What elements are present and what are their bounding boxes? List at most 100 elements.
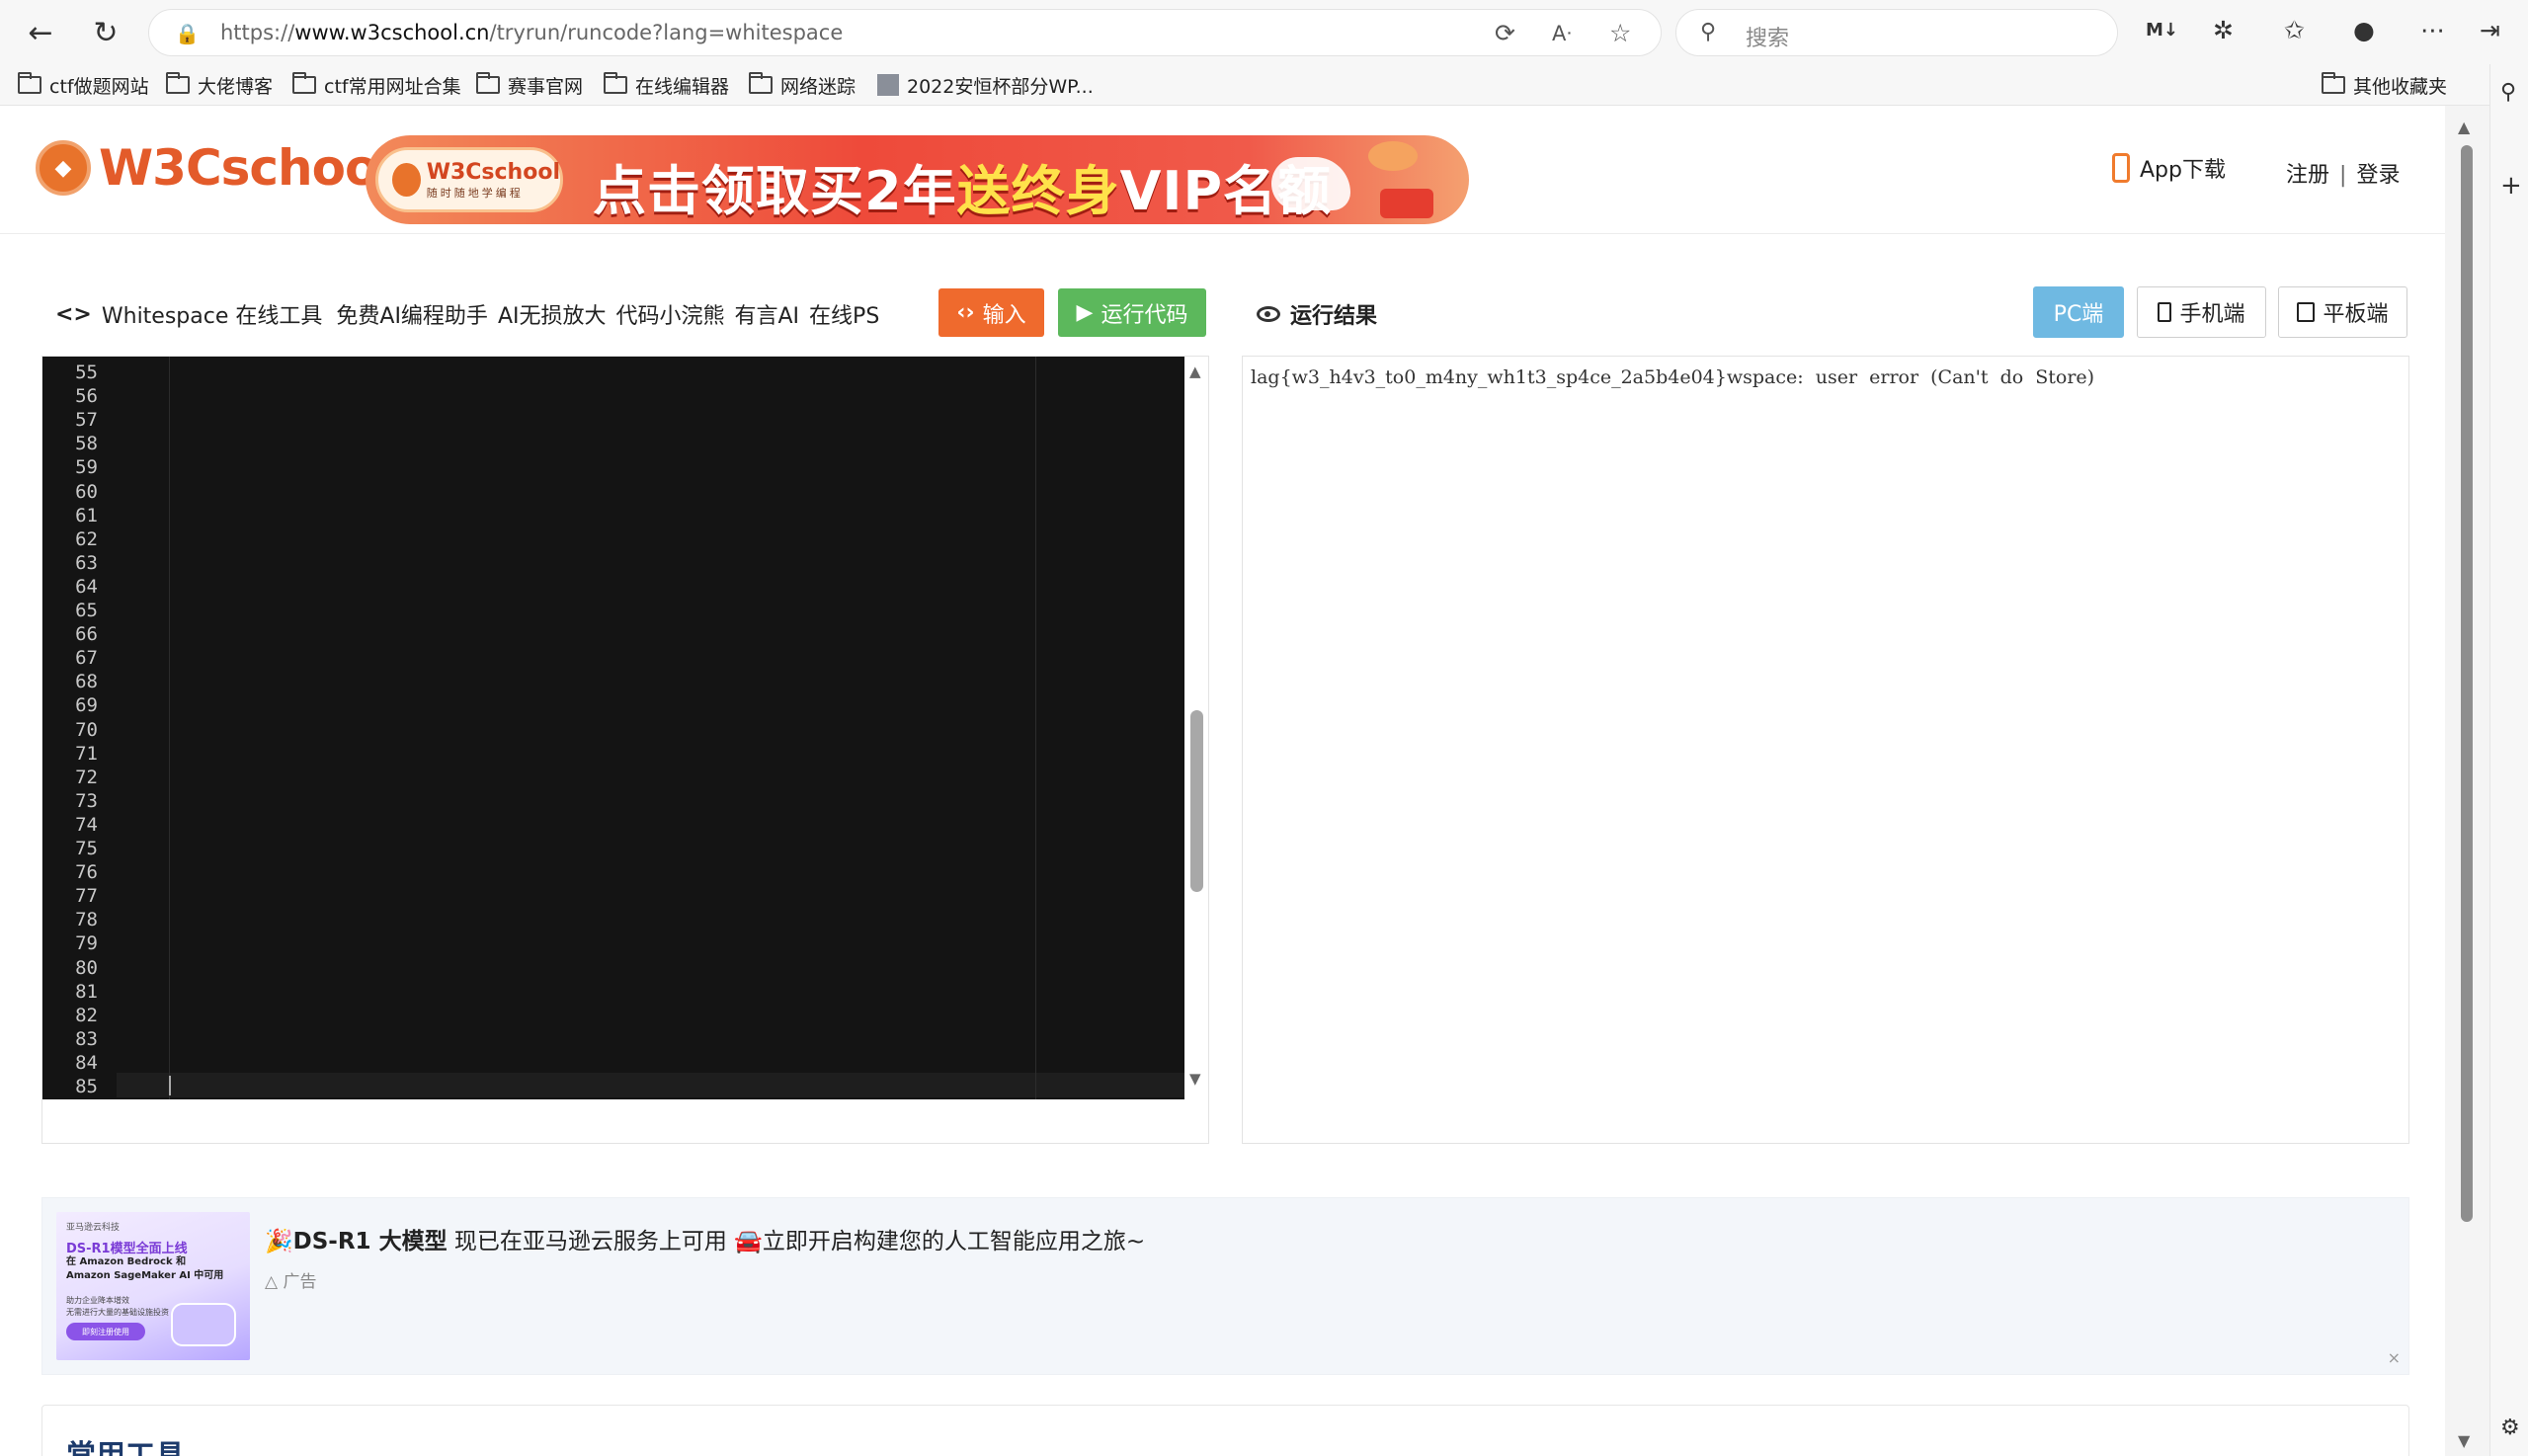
editor-panel: 55 56 57 58 59 60 61 62 63 64 65 66 67 68 69 70 71 72 73 74… (41, 356, 1209, 1144)
car-icon: 🚘 (734, 1229, 763, 1254)
login-link[interactable]: 登录 (2356, 163, 2400, 188)
line-number: 55 (75, 362, 98, 383)
bookmark-ctf-urls[interactable]: ctf常用网址合集 (292, 71, 461, 99)
vip-promo-banner[interactable]: W3Cschool 随时随地学编程 点击领取买2年送终身VIP名额 (366, 135, 1469, 224)
line-number: 57 (75, 409, 98, 432)
pc-view-button[interactable]: PC端 (2033, 286, 2124, 338)
common-tools-title: 常用工具 (66, 1431, 185, 1456)
result-title: 运行结果 (1257, 298, 1377, 330)
page-scroll-thumb[interactable] (2461, 145, 2473, 1222)
url-text[interactable]: https://www.w3cschool.cn/tryrun/runcode?… (220, 21, 843, 44)
page-thumbnail-icon (877, 74, 899, 96)
w3cschool-logo[interactable]: ◆ W3Cschool (36, 139, 394, 197)
mobile-view-button[interactable]: 手机端 (2137, 286, 2266, 338)
line-number: 81 (75, 980, 98, 1003)
bookmark-contests[interactable]: 赛事官网 (476, 71, 583, 99)
line-number: 72 (75, 766, 98, 788)
line-number: 79 (75, 932, 98, 955)
link-online-ps[interactable]: 在线PS (809, 298, 879, 330)
app-download-link[interactable]: App下载 (2112, 152, 2226, 184)
input-button[interactable]: ‹› 输入 (938, 288, 1044, 337)
tablet-icon (2297, 302, 2316, 322)
ad-image[interactable]: 亚马逊云科技 DS-R1模型全面上线 在 Amazon Bedrock 和 Ama… (56, 1212, 250, 1360)
site-header: ◆ W3Cschool W3Cschool 随时随地学编程 点击领取买2年送终身V… (0, 106, 2445, 234)
bookmark-online-editors[interactable]: 在线编辑器 (604, 71, 729, 99)
line-number: 68 (75, 671, 98, 693)
scroll-down-icon[interactable]: ▼ (1189, 1070, 1201, 1088)
line-number: 75 (75, 838, 98, 859)
line-number: 65 (75, 600, 98, 621)
scroll-up-icon[interactable]: ▲ (1189, 363, 1201, 380)
folder-icon (166, 72, 190, 94)
profile-icon[interactable]: ● (2353, 16, 2375, 44)
ad-illustration (171, 1303, 236, 1346)
ad-cta-button[interactable]: 即刻注册使用 (66, 1323, 145, 1340)
ad-headline[interactable]: 🎉DS-R1 大模型 现已在亚马逊云服务上可用 🚘立即开启构建您的人工智能应用之… (265, 1222, 1145, 1255)
line-number: 63 (75, 551, 98, 574)
run-code-button[interactable]: ▶ 运行代码 (1058, 288, 1206, 337)
favorite-star-icon[interactable]: ☆ (1609, 19, 1631, 47)
line-number: 70 (75, 718, 98, 741)
result-output: lag{w3_h4v3_to0_m4ny_wh1t3_sp4ce_2a5b4e0… (1251, 366, 2095, 388)
link-code-raccoon[interactable]: 代码小浣熊 (615, 298, 724, 330)
sidebar-toggle-icon[interactable]: ⇥ (2480, 16, 2500, 44)
line-number: 71 (75, 742, 98, 765)
bookmark-other[interactable]: 其他收藏夹 (2322, 71, 2447, 99)
folder-icon (18, 72, 41, 94)
lion-logo-icon: ◆ (36, 140, 91, 196)
link-ai-upscale[interactable]: AI无损放大 (498, 298, 607, 330)
refresh-icon[interactable]: ↻ (87, 14, 124, 51)
party-popper-icon: 🎉 (265, 1229, 293, 1254)
scroll-down-icon[interactable]: ▼ (2458, 1431, 2470, 1450)
scroll-up-icon[interactable]: ▲ (2458, 118, 2470, 136)
line-number: 77 (75, 885, 98, 908)
link-ai-coding[interactable]: 免费AI编程助手 (336, 298, 488, 330)
coin-decoration (1368, 141, 1418, 171)
bookmark-wp[interactable]: 2022安恒杯部分WP... (877, 71, 1094, 99)
bookmark-blogs[interactable]: 大佬博客 (166, 71, 273, 99)
register-link[interactable]: 注册 (2286, 163, 2329, 188)
editor-scroll-thumb[interactable] (1190, 710, 1203, 892)
link-youyan-ai[interactable]: 有言AI (735, 298, 800, 330)
ad-label: △ 广告 (265, 1272, 317, 1292)
folder-icon (476, 72, 500, 94)
extensions-icon[interactable]: ✲ (2213, 16, 2234, 44)
settings-gear-icon[interactable]: ⚙ (2500, 1416, 2520, 1440)
translate-icon[interactable]: ⟳ (1495, 19, 1515, 47)
markdown-icon[interactable]: M↓ (2146, 20, 2178, 40)
tool-title: Whitespace 在线工具 (101, 304, 323, 329)
add-icon[interactable]: + (2500, 171, 2522, 201)
more-menu-icon[interactable]: ⋯ (2420, 16, 2445, 44)
banner-promo-text: 点击领取买2年送终身VIP名额 (593, 160, 1333, 222)
line-number: 61 (75, 504, 98, 526)
banner-badge: W3Cschool 随时随地学编程 (375, 147, 563, 212)
search-icon[interactable]: ⚲ (2500, 80, 2516, 105)
browser-side-rail: ⚲ + ⚙ (2489, 64, 2528, 1456)
read-aloud-icon[interactable]: Aᐧ (1552, 22, 1572, 45)
text-cursor (169, 1076, 171, 1095)
pointing-hand-icon (1271, 157, 1350, 210)
lock-icon: 🔒 (175, 22, 200, 45)
line-number: 59 (75, 456, 98, 479)
page-scrollbar[interactable]: ▲ ▼ (2445, 106, 2489, 1456)
back-arrow-icon[interactable]: ← (22, 14, 59, 51)
favorites-icon[interactable]: ✩ (2284, 16, 2305, 44)
auth-links: 注册 | 登录 (2286, 163, 2401, 188)
folder-icon (292, 72, 316, 94)
line-number: 74 (75, 813, 98, 836)
address-bar[interactable]: 🔒 https://www.w3cschool.cn/tryrun/runcod… (148, 9, 1662, 56)
line-number: 83 (75, 1027, 98, 1050)
browser-search-box[interactable]: ⚲ 搜索 (1675, 9, 2118, 56)
line-number: 62 (75, 527, 98, 550)
bookmark-ctf-sites[interactable]: ctf做题网站 (18, 71, 149, 99)
tablet-view-button[interactable]: 平板端 (2278, 286, 2407, 338)
line-number: 58 (75, 433, 98, 455)
ad-banner[interactable]: 亚马逊云科技 DS-R1模型全面上线 在 Amazon Bedrock 和 Ama… (41, 1197, 2409, 1375)
code-editor[interactable]: 55 56 57 58 59 60 61 62 63 64 65 66 67 68 69 70 71 72 73 74… (42, 357, 1184, 1099)
folder-icon (604, 72, 627, 94)
editor-scrollbar[interactable]: ▲ ▼ (1184, 357, 1208, 1099)
phone-icon (2112, 153, 2130, 183)
line-number: 80 (75, 956, 98, 979)
bookmark-osint[interactable]: 网络迷踪 (749, 71, 856, 99)
close-icon[interactable]: × (2388, 1348, 2401, 1367)
